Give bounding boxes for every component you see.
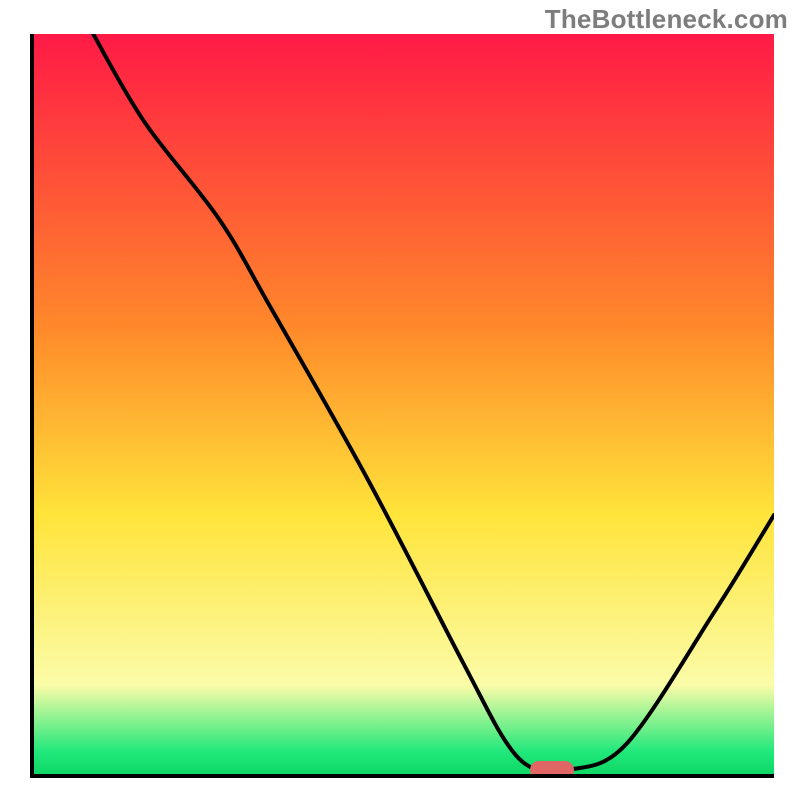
watermark-text: TheBottleneck.com	[545, 4, 788, 35]
plot-area	[30, 34, 774, 778]
optimum-marker	[530, 761, 574, 778]
chart-container: TheBottleneck.com	[0, 0, 800, 800]
bottleneck-curve	[34, 34, 774, 774]
